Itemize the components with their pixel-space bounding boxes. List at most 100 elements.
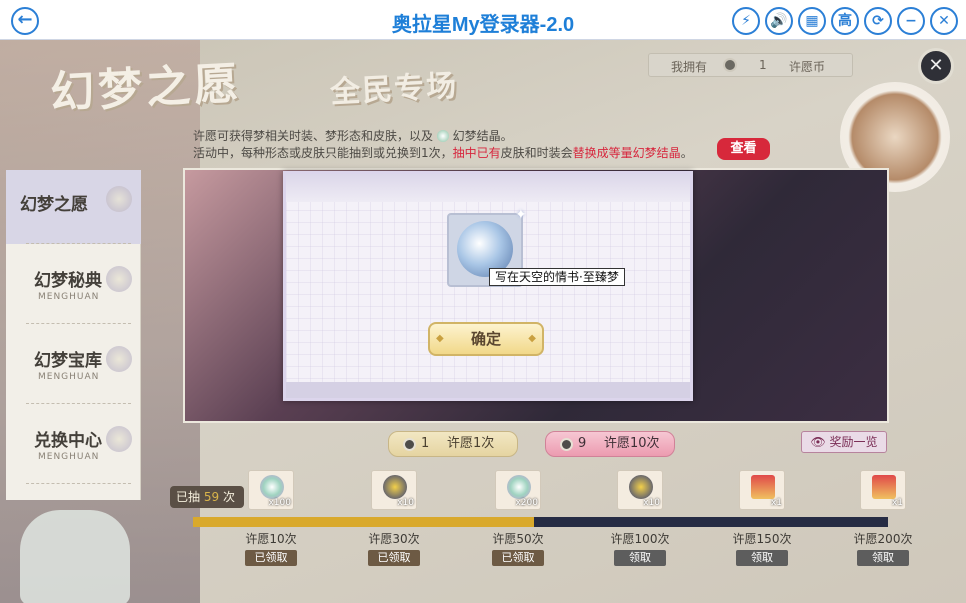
milestone-tier: 许愿200次 bbox=[853, 532, 913, 546]
nav-deco-icon bbox=[106, 346, 132, 372]
desc-highlight-owned: 抽中已有 bbox=[452, 146, 501, 160]
reward-qty: x200 bbox=[515, 498, 538, 508]
wish-coin-icon bbox=[723, 58, 737, 72]
reward-qty: x1 bbox=[891, 498, 903, 508]
confirm-button[interactable]: ◆ 确定 ◆ bbox=[428, 322, 544, 356]
star-coin-icon bbox=[383, 475, 407, 499]
milestone-tier: 许愿100次 bbox=[610, 532, 670, 546]
milestone-reward: x10 bbox=[371, 470, 417, 510]
wish-coin-icon bbox=[560, 438, 573, 451]
milestone-200: x1 许愿200次 领取 bbox=[853, 470, 913, 566]
milestone-30: x10 许愿30次 已领取 bbox=[364, 470, 424, 566]
desc-line2-end: 。 bbox=[680, 146, 693, 160]
milestone-tier: 许愿150次 bbox=[732, 532, 792, 546]
wish-coin-icon bbox=[403, 438, 416, 451]
nav-item-sublabel: MENGHUAN bbox=[38, 372, 100, 382]
claim-button[interactable]: 领取 bbox=[614, 550, 666, 566]
rewards-overview-label: 奖励一览 bbox=[829, 435, 878, 449]
desc-line2-a: 活动中，每种形态或皮肤只能抽到或兑换到1次， bbox=[193, 146, 453, 160]
high-quality-button[interactable]: 高 bbox=[831, 7, 859, 35]
milestone-reward: x100 bbox=[248, 470, 294, 510]
drawn-count: 59 bbox=[203, 490, 220, 504]
nav-deco-icon bbox=[106, 186, 132, 212]
nav-item-codex[interactable]: 幻梦秘典 MENGHUAN bbox=[6, 250, 141, 324]
wallet-display: 我拥有 1 许愿币 bbox=[648, 53, 853, 77]
activity-description: 许愿可获得梦相关时装、梦形态和皮肤，以及 幻梦结晶。 活动中，每种形态或皮肤只能… bbox=[193, 128, 693, 162]
flash-icon[interactable]: ⚡ bbox=[732, 7, 760, 35]
diamond-icon: ◆ bbox=[528, 333, 536, 344]
claim-status: 已领取 bbox=[368, 550, 420, 566]
divider bbox=[26, 403, 131, 404]
nav-item-label: 幻梦之愿 bbox=[20, 195, 88, 215]
reward-qty: x100 bbox=[268, 498, 291, 508]
claim-button[interactable]: 领取 bbox=[736, 550, 788, 566]
milestone-tier: 许愿50次 bbox=[492, 532, 544, 546]
star-coin-icon bbox=[629, 475, 653, 499]
milestone-100: x10 许愿100次 领取 bbox=[610, 470, 670, 566]
rewards-overview-button[interactable]: 👁 奖励一览 bbox=[801, 431, 887, 453]
desc-line1-tail: 幻梦结晶。 bbox=[452, 129, 513, 143]
refresh-icon[interactable]: ⟳ bbox=[864, 7, 892, 35]
panel-close-icon[interactable]: ✕ bbox=[918, 48, 954, 84]
nav-deco-icon bbox=[106, 266, 132, 292]
banner-title: 幻梦之愿 bbox=[49, 58, 244, 119]
divider bbox=[26, 483, 131, 484]
wallet-currency: 许愿币 bbox=[789, 60, 826, 74]
claim-status: 已领取 bbox=[492, 550, 544, 566]
milestone-150: x1 许愿150次 领取 bbox=[732, 470, 792, 566]
bunny-decoration bbox=[20, 510, 130, 603]
milestone-50: x200 许愿50次 已领取 bbox=[488, 470, 548, 566]
milestone-10: x100 许愿10次 已领取 bbox=[241, 470, 301, 566]
wish-once-label: 许愿1次 bbox=[447, 436, 495, 451]
side-nav: 幻梦之愿 幻梦秘典 MENGHUAN 幻梦宝库 MENGHUAN 兑换中心 ME… bbox=[6, 170, 141, 500]
banner-subtitle: 全民专场 bbox=[329, 68, 460, 111]
confirm-label: 确定 bbox=[470, 330, 501, 348]
drawn-unit: 次 bbox=[222, 490, 235, 504]
gift-box-icon bbox=[872, 475, 896, 499]
grid-icon[interactable]: ▦ bbox=[798, 7, 826, 35]
nav-item-exchange[interactable]: 兑换中心 MENGHUAN bbox=[6, 410, 141, 484]
desc-line1: 许愿可获得梦相关时装、梦形态和皮肤，以及 bbox=[193, 129, 434, 143]
milestone-reward: x1 bbox=[860, 470, 906, 510]
close-icon[interactable]: ✕ bbox=[930, 7, 958, 35]
drawn-label: 已抽 bbox=[176, 490, 201, 504]
dialog-footer-strip bbox=[286, 382, 690, 398]
dialog-header-strip bbox=[286, 174, 690, 202]
milestone-tier: 许愿30次 bbox=[368, 532, 420, 546]
nav-item-sublabel: MENGHUAN bbox=[38, 292, 100, 302]
sound-icon[interactable]: 🔊 bbox=[765, 7, 793, 35]
desc-highlight-replace: 替换成等量幻梦结晶 bbox=[572, 146, 681, 160]
divider bbox=[26, 243, 131, 244]
reward-qty: x10 bbox=[397, 498, 414, 508]
milestone-reward: x10 bbox=[617, 470, 663, 510]
diamond-icon: ◆ bbox=[436, 333, 444, 344]
milestone-tier: 许愿10次 bbox=[245, 532, 297, 546]
wish-once-button[interactable]: 1 许愿1次 bbox=[388, 431, 518, 457]
eye-icon: 👁 bbox=[810, 435, 826, 449]
wish-ten-cost: 9 bbox=[578, 436, 587, 451]
wallet-count: 1 bbox=[759, 58, 767, 72]
crystal-icon bbox=[260, 475, 284, 499]
reward-qty: x1 bbox=[770, 498, 782, 508]
desc-line2-b: 皮肤和时装会 bbox=[500, 146, 573, 160]
nav-item-label: 幻梦秘典 bbox=[34, 271, 102, 291]
minimize-icon[interactable]: − bbox=[897, 7, 925, 35]
gift-box-icon bbox=[751, 475, 775, 499]
nav-item-label: 兑换中心 bbox=[34, 431, 102, 451]
item-tooltip: 写在天空的情书·至臻梦 bbox=[489, 268, 625, 286]
crystal-icon bbox=[436, 130, 449, 142]
nav-item-wish[interactable]: 幻梦之愿 bbox=[6, 170, 141, 244]
view-button[interactable]: 查看 bbox=[717, 138, 770, 160]
nav-item-sublabel: MENGHUAN bbox=[38, 452, 100, 462]
game-canvas: 幻梦之愿 全民专场 我拥有 1 许愿币 ✕ 许愿可获得梦相关时装、梦形态和皮肤，… bbox=[0, 40, 966, 603]
reward-dialog: ✦ 写在天空的情书·至臻梦 ◆ 确定 ◆ bbox=[283, 171, 693, 401]
wish-ten-button[interactable]: 9 许愿10次 bbox=[545, 431, 675, 457]
wish-ten-label: 许愿10次 bbox=[604, 436, 660, 451]
wish-once-cost: 1 bbox=[421, 436, 430, 451]
nav-item-treasury[interactable]: 幻梦宝库 MENGHUAN bbox=[6, 330, 141, 404]
reward-qty: x10 bbox=[643, 498, 660, 508]
divider bbox=[26, 323, 131, 324]
drawn-counter: 已抽 59 次 bbox=[170, 486, 244, 508]
window-titlebar: ← 奥拉星My登录器-2.0 ⚡ 🔊 ▦ 高 ⟳ − ✕ bbox=[0, 0, 966, 40]
claim-button[interactable]: 领取 bbox=[857, 550, 909, 566]
